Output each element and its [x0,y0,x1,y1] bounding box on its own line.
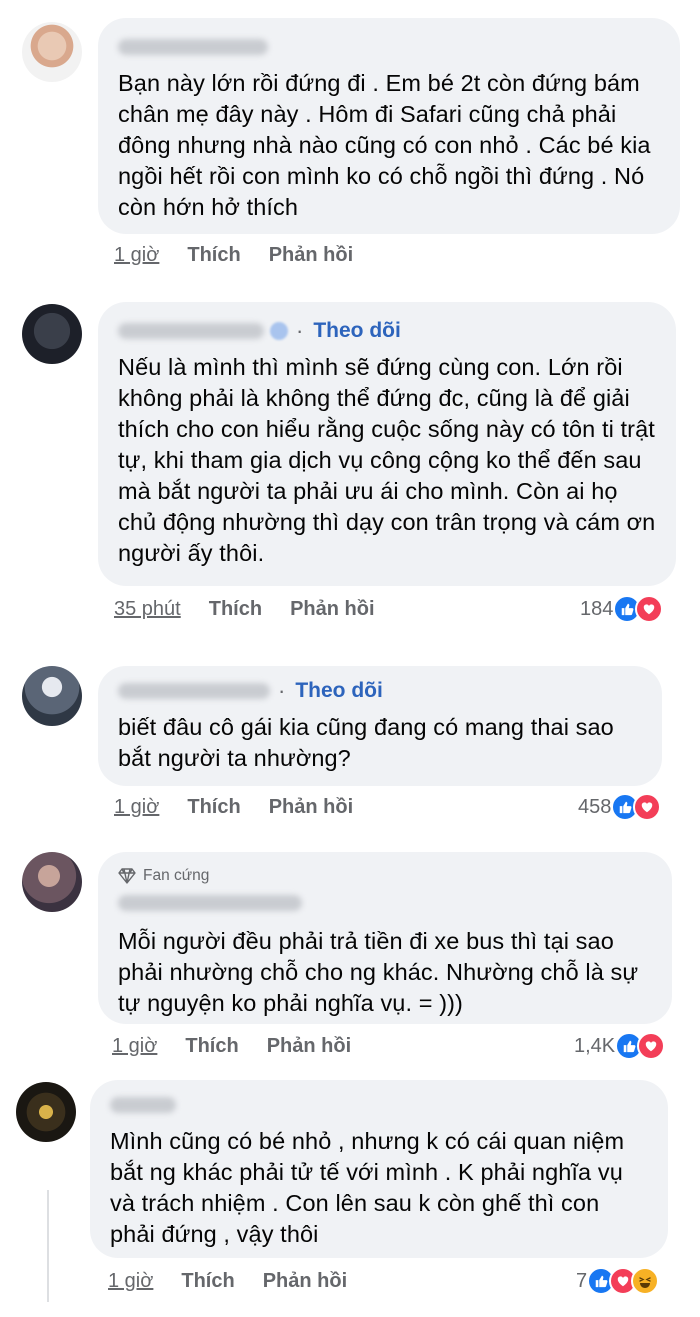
author-name-blurred[interactable] [118,683,270,699]
avatar[interactable] [22,852,82,912]
follow-button[interactable]: Theo dõi [295,679,383,703]
like-button[interactable]: Thích [185,1035,238,1058]
reaction-count: 1,4K [574,1034,616,1057]
author-name-blurred[interactable] [110,1097,176,1113]
follow-button[interactable]: Theo dõi [313,319,401,343]
like-button[interactable]: Thích [181,1270,234,1293]
like-button[interactable]: Thích [209,598,262,621]
badge-label: Fan cứng [143,867,210,884]
comment-text: Bạn này lớn rồi đứng đi . Em bé 2t còn đ… [118,70,651,220]
comment-author-row [118,892,652,914]
diamond-icon [118,868,136,884]
haha-icon [631,1267,660,1295]
reaction-summary[interactable]: 458 [578,792,662,822]
reaction-summary[interactable]: 184 [580,594,664,624]
reaction-count: 184 [580,597,614,620]
love-icon [637,1032,666,1060]
reply-button[interactable]: Phản hồi [290,598,374,621]
comment-bubble: Fan cứng Mỗi người đều phải trả tiền đi … [98,852,672,1024]
avatar[interactable] [22,666,82,726]
reaction-summary[interactable]: 1,4K [574,1031,666,1061]
verified-badge-icon [270,322,288,340]
author-name-blurred[interactable] [118,323,264,339]
reply-button[interactable]: Phản hồi [269,244,353,267]
comment-time-link[interactable]: 1 giờ [114,244,159,267]
top-fan-badge: Fan cứng [118,866,652,886]
comment-text: Mình cũng có bé nhỏ , nhưng k có cái qua… [110,1128,625,1247]
avatar[interactable] [22,304,82,364]
comment-author-row: · Theo dõi [118,318,656,343]
comment-time-link[interactable]: 1 giờ [114,796,159,819]
comment-time-link[interactable]: 1 giờ [112,1035,157,1058]
comment-bubble: Mình cũng có bé nhỏ , nhưng k có cái qua… [90,1080,668,1258]
comment-time-link[interactable]: 1 giờ [108,1270,153,1293]
like-button[interactable]: Thích [187,796,240,819]
avatar[interactable] [22,22,82,82]
comment-text: biết đâu cô gái kia cũng đang có mang th… [118,714,614,771]
comment-bubble: · Theo dõi biết đâu cô gái kia cũng đang… [98,666,662,786]
like-button[interactable]: Thích [187,244,240,267]
comment-author-row [110,1094,648,1116]
separator-dot: · [278,678,286,703]
comment-actions: 1 giờ Thích Phản hồi [114,792,353,822]
reply-button[interactable]: Phản hồi [263,1270,347,1293]
author-name-blurred[interactable] [118,39,268,55]
reply-button[interactable]: Phản hồi [267,1035,351,1058]
reaction-summary[interactable]: 7 [576,1266,660,1296]
comment-text: Mỗi người đều phải trả tiền đi xe bus th… [118,928,639,1016]
comment-actions: 1 giờ Thích Phản hồi [112,1031,351,1061]
comment-actions: 1 giờ Thích Phản hồi [114,240,353,270]
separator-dot: · [296,318,304,343]
reaction-count: 7 [576,1269,588,1292]
comment-author-row: · Theo dõi [118,678,642,703]
love-icon [633,793,662,821]
reply-button[interactable]: Phản hồi [269,796,353,819]
author-name-blurred[interactable] [118,895,302,911]
comment-time-link[interactable]: 35 phút [114,598,181,621]
comment-actions: 1 giờ Thích Phản hồi [108,1266,347,1296]
comment-bubble: · Theo dõi Nếu là mình thì mình sẽ đứng … [98,302,676,586]
love-icon [635,595,664,623]
reaction-count: 458 [578,795,612,818]
comment-actions: 35 phút Thích Phản hồi [114,594,375,624]
comment-bubble: Bạn này lớn rồi đứng đi . Em bé 2t còn đ… [98,18,680,234]
reply-thread-line [47,1190,49,1302]
avatar[interactable] [16,1082,76,1142]
comment-author-row [118,36,660,58]
comment-text: Nếu là mình thì mình sẽ đứng cùng con. L… [118,354,656,566]
